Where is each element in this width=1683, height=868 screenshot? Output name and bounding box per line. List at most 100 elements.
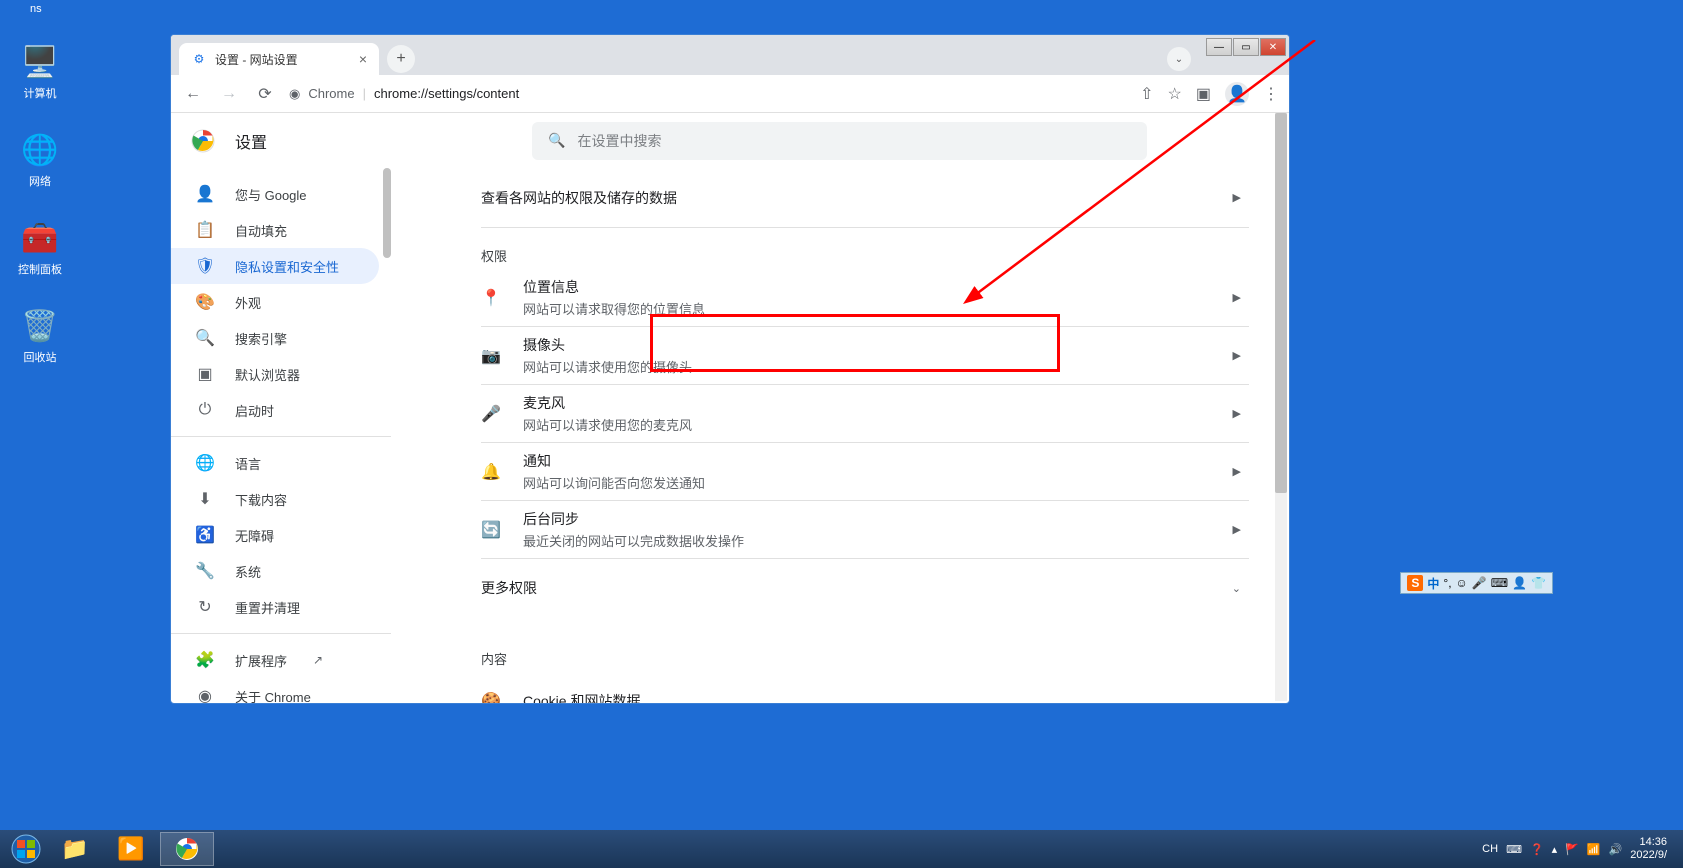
avatar-icon[interactable]: 👤: [1225, 82, 1249, 106]
tab-dropdown-button[interactable]: ⌄: [1167, 47, 1191, 71]
permission-row-camera[interactable]: 📷摄像头网站可以请求使用您的摄像头▶: [481, 327, 1249, 385]
tray-network-icon[interactable]: 📶: [1587, 843, 1601, 856]
clock[interactable]: 14:36 2022/9/: [1630, 836, 1667, 862]
desktop-icon-computer[interactable]: 🖥️ 计算机: [10, 42, 70, 101]
permission-row-microphone[interactable]: 🎤麦克风网站可以请求使用您的麦克风▶: [481, 385, 1249, 443]
permission-row-background-sync[interactable]: 🔄后台同步最近关闭的网站可以完成数据收发操作▶: [481, 501, 1249, 559]
sidebar-item-appearance[interactable]: 🎨外观: [171, 284, 379, 320]
sidebar-item-downloads[interactable]: ⬇下载内容: [171, 481, 379, 517]
folder-icon: 📁: [61, 836, 88, 862]
desktop-icon-label: 网络: [10, 173, 70, 189]
share-icon[interactable]: ⇧: [1140, 84, 1153, 104]
sidebar-item-autofill[interactable]: 📋自动填充: [171, 212, 379, 248]
ime-user-icon[interactable]: 👤: [1512, 576, 1527, 590]
desktop-icon-control-panel[interactable]: 🧰 控制面板: [10, 218, 70, 277]
tab-settings[interactable]: ⚙ 设置 - 网站设置 ×: [179, 43, 379, 75]
permission-row-notifications[interactable]: 🔔通知网站可以询问能否向您发送通知▶: [481, 443, 1249, 501]
download-icon: ⬇: [195, 489, 215, 509]
permission-title: 位置信息: [523, 277, 705, 297]
tray-help-icon[interactable]: ❓: [1530, 843, 1544, 856]
chrome-icon: ◉: [289, 86, 300, 102]
content-scrollbar-track[interactable]: [1275, 113, 1287, 701]
permission-description: 网站可以请求取得您的位置信息: [523, 299, 705, 318]
start-button[interactable]: [6, 832, 46, 866]
permission-title: 后台同步: [523, 509, 744, 529]
menu-icon[interactable]: ⋮: [1263, 84, 1279, 104]
permission-row-location[interactable]: 📍 位置信息网站可以请求取得您的位置信息 ▶: [481, 269, 1249, 327]
sidebar-item-label: 您与 Google: [235, 185, 307, 204]
clock-time: 14:36: [1630, 836, 1667, 849]
control-panel-icon: 🧰: [20, 218, 60, 258]
tray-volume-icon[interactable]: 🔊: [1609, 843, 1623, 856]
windows-logo-icon: [11, 834, 41, 864]
ime-voice-icon[interactable]: 🎤: [1472, 576, 1487, 590]
taskbar-item-media-player[interactable]: ▶️: [104, 832, 158, 866]
taskbar-item-chrome[interactable]: [160, 832, 214, 866]
sidebar-item-label: 外观: [235, 293, 261, 312]
chevron-right-icon: ▶: [1233, 291, 1241, 304]
settings-search-input[interactable]: 🔍 在设置中搜索: [532, 122, 1147, 160]
sidebar-item-you-and-google[interactable]: 👤您与 Google: [171, 176, 379, 212]
content-scrollbar-thumb[interactable]: [1275, 113, 1287, 493]
desktop-icon-label: 回收站: [10, 349, 70, 365]
sync-icon: 🔄: [481, 520, 501, 540]
permission-description: 网站可以请求使用您的麦克风: [523, 415, 692, 434]
tab-close-icon[interactable]: ×: [359, 51, 367, 67]
restore-icon: ↻: [195, 597, 215, 617]
row-title: Cookie 和网站数据: [523, 691, 640, 703]
sidebar-item-label: 自动填充: [235, 221, 287, 240]
sidebar-item-label: 语言: [235, 454, 261, 473]
sidebar-item-about-chrome[interactable]: ◉关于 Chrome: [171, 678, 379, 703]
new-tab-button[interactable]: +: [387, 45, 415, 73]
cookie-row[interactable]: 🍪 Cookie 和网站数据: [481, 672, 1249, 703]
ime-floating-bar[interactable]: S 中 °, ☺ 🎤 ⌨ 👤 👕: [1400, 572, 1553, 594]
shield-icon: 🛡: [195, 256, 215, 276]
reload-button[interactable]: ⟳: [253, 82, 277, 106]
ime-punct-icon[interactable]: °,: [1443, 576, 1451, 590]
tray-flag-icon[interactable]: 🚩: [1565, 843, 1579, 856]
side-panel-icon[interactable]: ▣: [1196, 84, 1211, 104]
sidebar-item-label: 系统: [235, 562, 261, 581]
permission-description: 最近关闭的网站可以完成数据收发操作: [523, 531, 744, 550]
sidebar-scrollbar[interactable]: [383, 168, 391, 258]
computer-icon: 🖥️: [20, 42, 60, 82]
ime-keyboard-icon[interactable]: ⌨: [1491, 576, 1508, 590]
minimize-button[interactable]: —: [1206, 38, 1232, 56]
tray-chevron-up-icon[interactable]: ▴: [1552, 843, 1558, 856]
sidebar-item-on-startup[interactable]: ⏻启动时: [171, 392, 379, 428]
language-indicator[interactable]: CH: [1482, 843, 1498, 855]
desktop-icon-recycle-bin[interactable]: 🗑️ 回收站: [10, 306, 70, 365]
desktop-icon-network[interactable]: 🌐 网络: [10, 130, 70, 189]
close-button[interactable]: ✕: [1260, 38, 1286, 56]
sidebar-item-search-engine[interactable]: 🔍搜索引擎: [171, 320, 379, 356]
sidebar-item-languages[interactable]: 🌐语言: [171, 445, 379, 481]
permission-description: 网站可以询问能否向您发送通知: [523, 473, 705, 492]
ime-emoji-icon[interactable]: ☺: [1456, 576, 1468, 590]
ime-skin-icon[interactable]: 👕: [1531, 576, 1546, 590]
sidebar-item-label: 重置并清理: [235, 598, 300, 617]
sidebar-item-privacy-security[interactable]: 🛡隐私设置和安全性: [171, 248, 379, 284]
sidebar-item-label: 默认浏览器: [235, 365, 300, 384]
row-label: 查看各网站的权限及储存的数据: [481, 188, 677, 208]
sidebar-item-default-browser[interactable]: ▣默认浏览器: [171, 356, 379, 392]
omnibox[interactable]: ◉ Chrome | chrome://settings/content: [289, 86, 1128, 102]
back-button[interactable]: ←: [181, 82, 205, 106]
ime-lang-indicator[interactable]: 中: [1427, 575, 1439, 592]
sidebar-item-extensions[interactable]: 🧩扩展程序↗: [171, 642, 379, 678]
search-icon: 🔍: [548, 132, 565, 149]
taskbar-item-explorer[interactable]: 📁: [48, 832, 102, 866]
sidebar-item-accessibility[interactable]: ♿无障碍: [171, 517, 379, 553]
ns-label: ns: [30, 3, 42, 15]
sidebar-item-label: 无障碍: [235, 526, 274, 545]
more-permissions-row[interactable]: 更多权限 ⌄: [481, 559, 1249, 617]
tray-keyboard-icon[interactable]: ⌨: [1506, 843, 1522, 856]
sidebar-item-system[interactable]: 🔧系统: [171, 553, 379, 589]
taskbar: 📁 ▶️ CH ⌨ ❓ ▴ 🚩 📶 🔊 14:36 2022/9/: [0, 830, 1683, 868]
maximize-button[interactable]: ▭: [1233, 38, 1259, 56]
bookmark-icon[interactable]: ☆: [1168, 84, 1182, 104]
sidebar-item-reset[interactable]: ↻ 重置并清理: [171, 589, 379, 625]
view-all-sites-row[interactable]: 查看各网站的权限及储存的数据 ▶: [481, 168, 1249, 228]
toolbar-right-icons: ⇧ ☆ ▣ 👤 ⋮: [1140, 82, 1279, 106]
microphone-icon: 🎤: [481, 404, 501, 424]
location-icon: 📍: [481, 288, 501, 308]
